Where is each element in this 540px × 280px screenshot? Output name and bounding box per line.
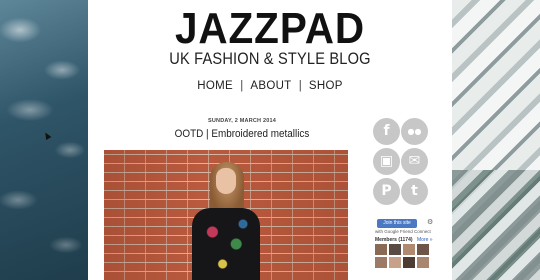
model-embroidered-top — [192, 208, 260, 280]
post-title[interactable]: OOTD | Embroidered metallics — [118, 128, 366, 140]
mouse-cursor-icon — [42, 130, 52, 141]
join-site-button[interactable]: Join this site — [377, 219, 417, 228]
avatar[interactable] — [389, 257, 401, 268]
gear-icon[interactable]: ⚙ — [427, 218, 433, 226]
pinterest-icon[interactable]: P — [373, 178, 400, 205]
avatar[interactable] — [417, 244, 429, 255]
nav-item-about[interactable]: ABOUT — [250, 80, 291, 92]
background-architecture-right — [452, 0, 540, 280]
post-date: SUNDAY, 2 MARCH 2014 — [208, 118, 276, 124]
flickr-icon[interactable]: ●● — [401, 118, 428, 145]
model-face — [216, 168, 236, 194]
avatar[interactable] — [417, 257, 429, 268]
gfc-note: with Google Friend Connect — [375, 229, 431, 234]
blog-tagline: UK FASHION & STYLE BLOG — [169, 49, 371, 68]
nav-item-home[interactable]: HOME — [197, 80, 233, 92]
facebook-icon[interactable]: f — [373, 118, 400, 145]
members-count: Members (1174) — [375, 237, 413, 243]
blog-title[interactable]: JAZZPAD — [103, 6, 438, 52]
avatar[interactable] — [375, 244, 387, 255]
nav-item-shop[interactable]: SHOP — [309, 80, 343, 92]
avatar[interactable] — [403, 244, 415, 255]
more-members-link[interactable]: More » — [417, 237, 433, 243]
instagram-icon[interactable]: ▣ — [373, 148, 400, 175]
main-nav: HOME | ABOUT | SHOP — [88, 80, 452, 92]
post-photo[interactable] — [104, 150, 348, 280]
avatar[interactable] — [403, 257, 415, 268]
background-sky-left — [0, 0, 88, 280]
avatar[interactable] — [389, 244, 401, 255]
avatar[interactable] — [375, 257, 387, 268]
blog-page: JAZZPAD UK FASHION & STYLE BLOG HOME | A… — [88, 0, 452, 280]
nav-separator: | — [298, 80, 302, 92]
twitter-icon[interactable]: t — [401, 178, 428, 205]
email-icon[interactable]: ✉ — [401, 148, 428, 175]
nav-separator: | — [240, 80, 244, 92]
